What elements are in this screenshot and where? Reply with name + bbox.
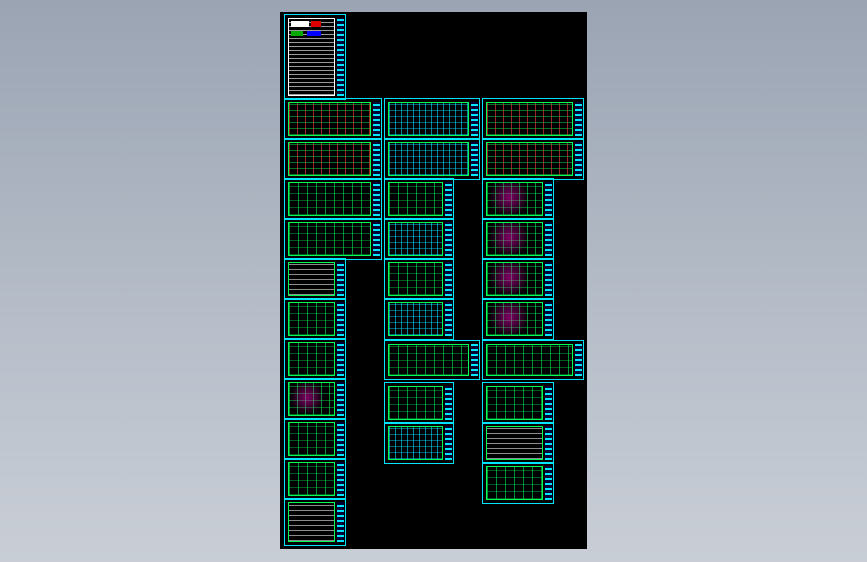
drawing-sheet[interactable] [284,298,346,340]
cover-sheet[interactable] [284,14,346,100]
drawing-sheet[interactable] [284,418,346,460]
notes-sheet[interactable] [284,258,346,300]
drawing-sheet[interactable] [284,98,382,140]
drawing-sheet[interactable] [384,340,480,380]
schedule-sheet[interactable] [284,498,346,546]
drawing-sheet[interactable] [384,258,454,300]
drawing-sheet[interactable] [284,178,382,220]
drawing-sheet[interactable] [482,178,554,220]
drawing-sheet[interactable] [284,338,346,380]
drawing-sheet[interactable] [284,378,346,420]
drawing-sheet[interactable] [284,138,382,180]
drawing-sheet[interactable] [384,422,454,464]
drawing-canvas[interactable] [280,12,587,549]
drawing-sheet[interactable] [482,298,554,340]
drawing-sheet[interactable] [482,98,584,140]
drawing-sheet[interactable] [284,218,382,260]
drawing-sheet[interactable] [482,218,554,260]
drawing-sheet[interactable] [384,382,454,424]
drawing-sheet[interactable] [384,178,454,220]
drawing-sheet[interactable] [482,138,584,180]
drawing-sheet[interactable] [284,458,346,500]
drawing-sheet[interactable] [482,258,554,300]
detail-sheet[interactable] [482,422,554,464]
drawing-sheet[interactable] [482,382,554,424]
drawing-sheet[interactable] [384,138,480,180]
drawing-sheet[interactable] [482,340,584,380]
drawing-sheet[interactable] [384,98,480,140]
drawing-sheet[interactable] [384,298,454,340]
drawing-sheet[interactable] [384,218,454,260]
detail-sheet[interactable] [482,462,554,504]
